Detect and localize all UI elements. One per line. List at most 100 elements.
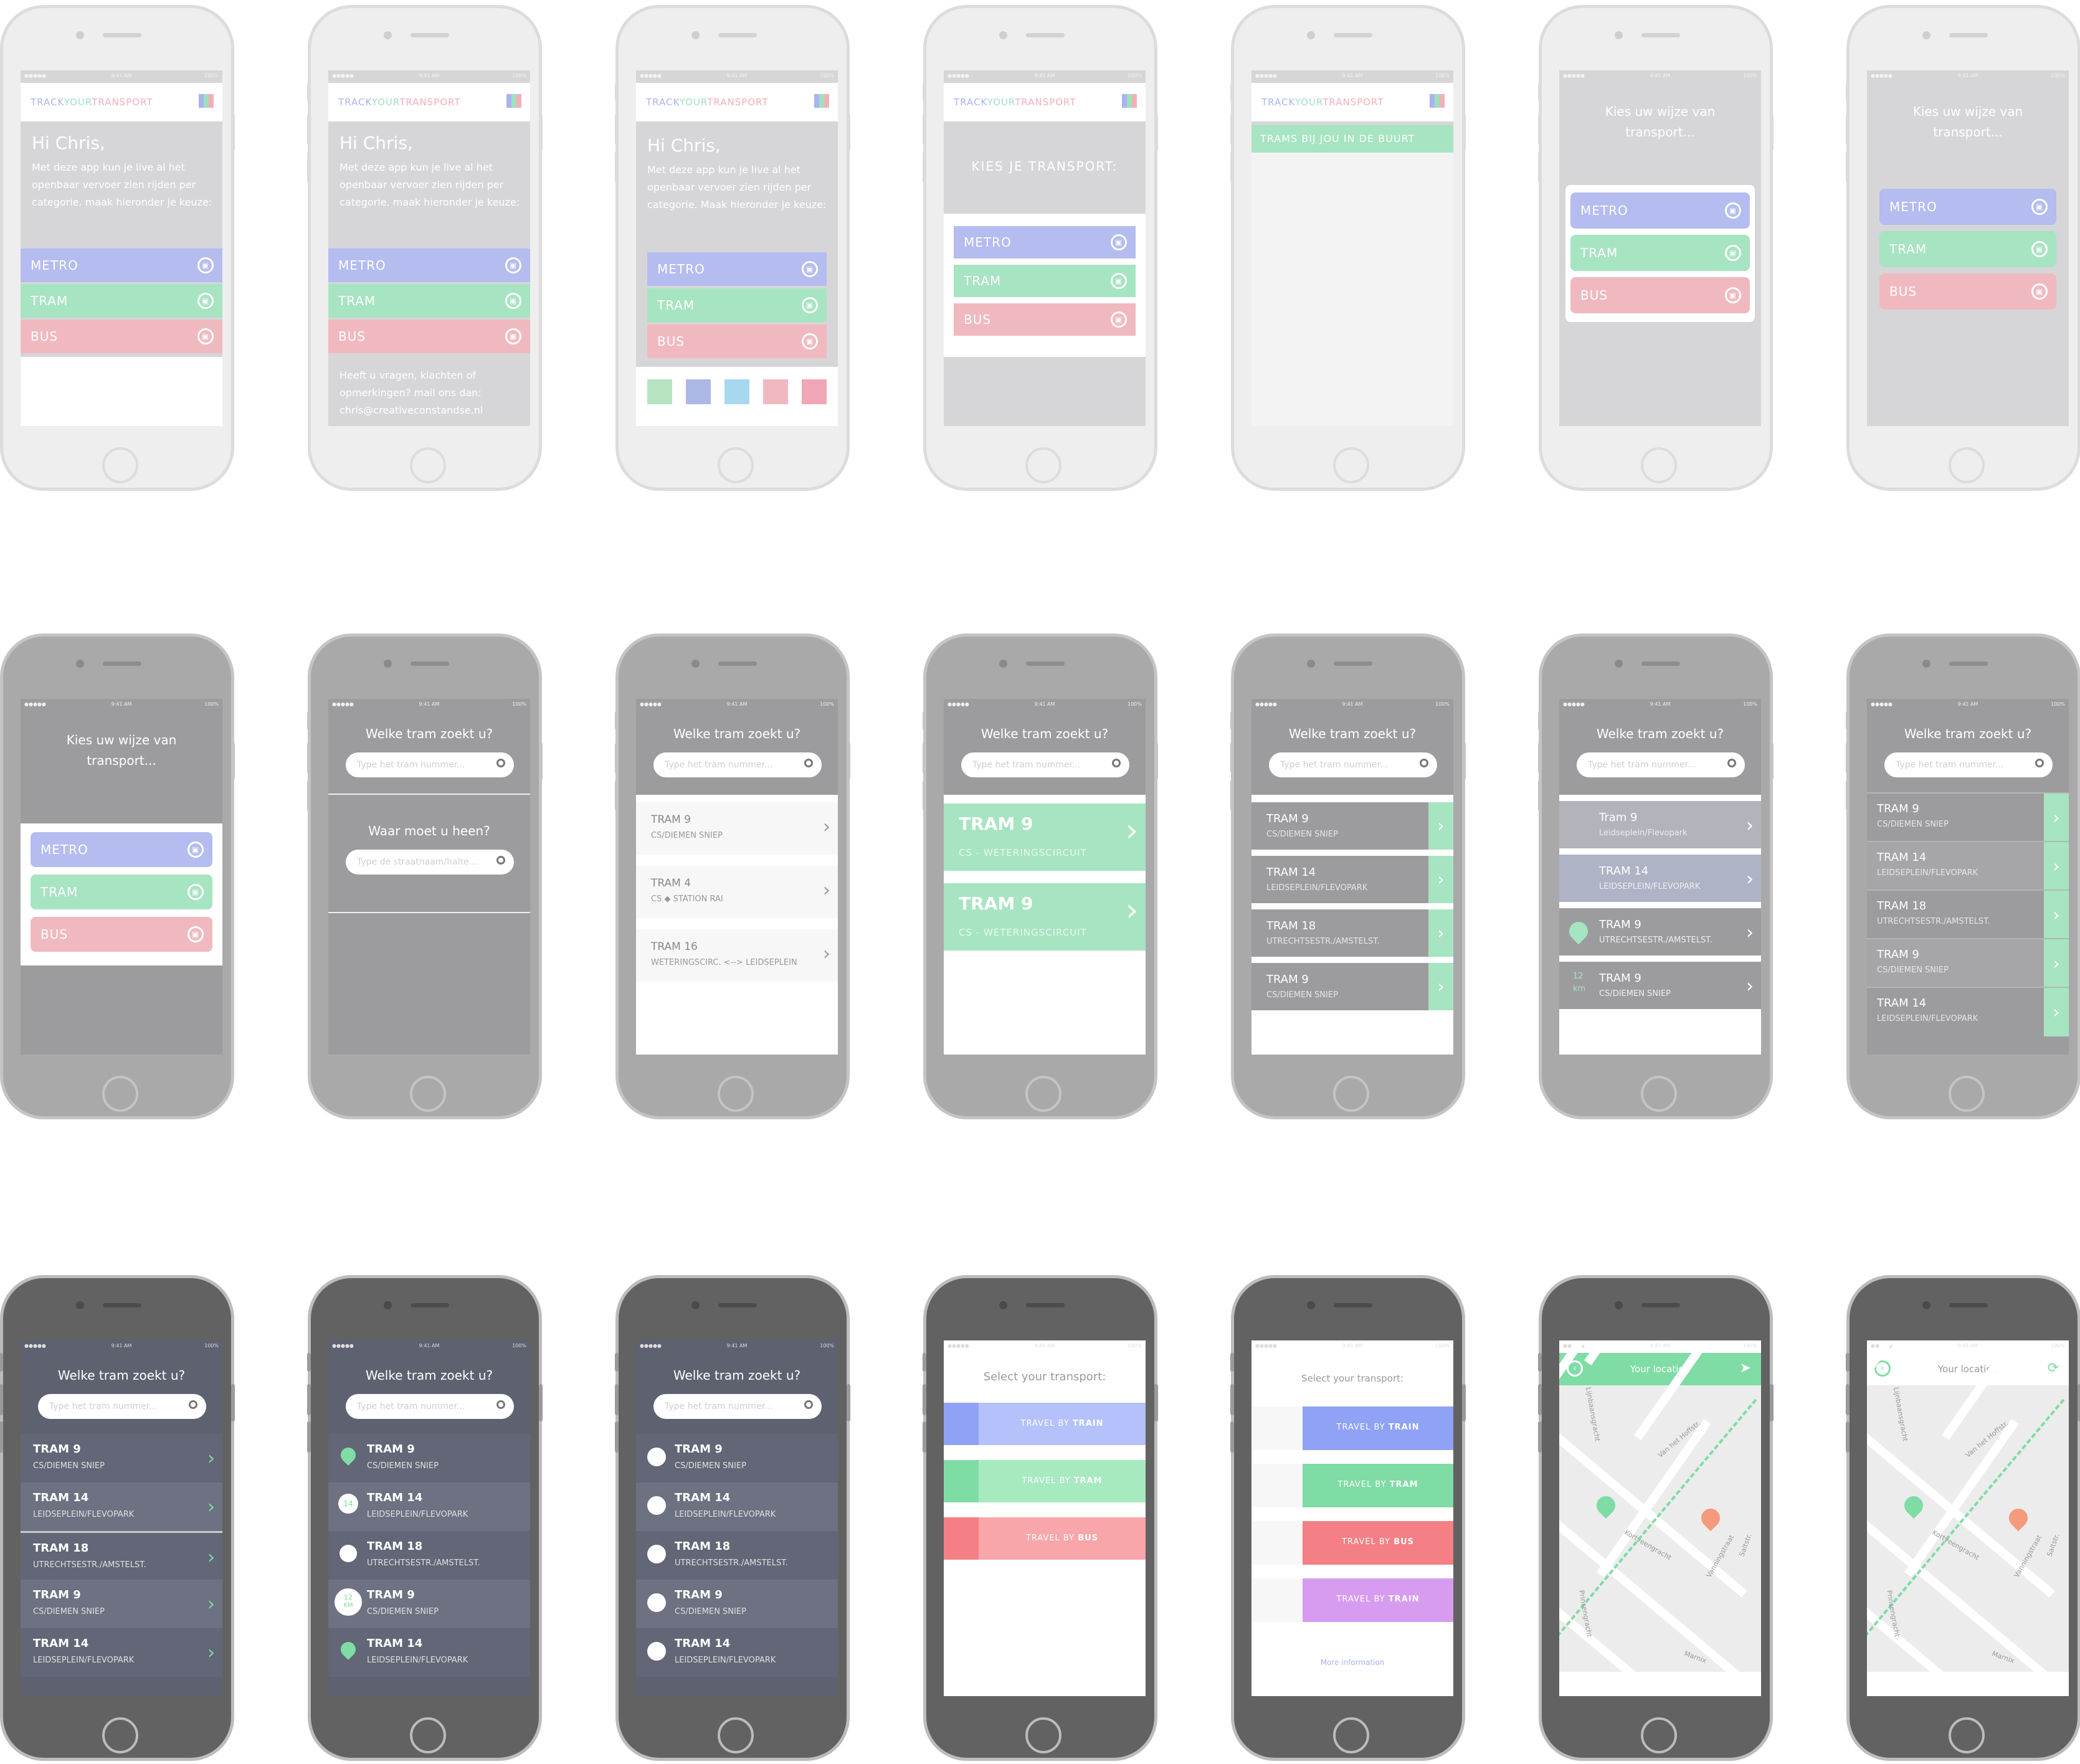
nearby-banner[interactable]: TRAMS BIJ JOU IN DE BUURT [1251,125,1453,153]
user-location-pin-icon[interactable] [2005,1504,2032,1532]
home-button[interactable] [410,447,446,483]
list-item[interactable]: TRAM 9 CS/DIEMEN SNIEP › [1867,792,2069,842]
list-item[interactable]: TRAM 14 LEIDSEPLEIN/FLEVOPARK [636,1628,838,1677]
home-button[interactable] [1333,447,1369,483]
metro-button[interactable]: METRO ▣ [1570,192,1750,229]
list-item[interactable]: TRAM 14 LEIDSEPLEIN/FLEVOPARK › [21,1628,222,1677]
list-item[interactable]: TRAM 14 LEIDSEPLEIN/FLEVOPARK [636,1482,838,1531]
search-input[interactable]: Type het tram nummer... [1269,752,1437,777]
home-button[interactable] [1333,1717,1369,1753]
list-item[interactable]: TRAM 14 LEIDSEPLEIN/FLEVOPARK › [21,1482,222,1531]
menu-flag-icon[interactable] [199,94,214,108]
map-view[interactable]: Van het Hoffstr. Kortveengracht Vanningstr… [1559,1340,1761,1696]
home-button[interactable] [718,447,754,483]
tram-button[interactable]: TRAM ▣ [647,288,827,322]
tram-button[interactable]: TRAM ▣ [1570,235,1750,271]
home-button[interactable] [718,1076,754,1112]
list-item[interactable]: TRAM 14 LEIDSEPLEIN/FLEVOPARK › [1867,841,2069,891]
home-button[interactable] [1641,1076,1677,1112]
list-item[interactable]: TRAM 18 UTRECHTSESTR./AMSTELST. [328,1531,530,1580]
home-button[interactable] [1949,447,1985,483]
list-item[interactable]: TRAM 14 LEIDSEPLEIN/FLEVOPARK › [1559,855,1761,902]
home-button[interactable] [1641,1717,1677,1753]
home-button[interactable] [1025,1076,1061,1112]
list-item[interactable]: TRAM 18 UTRECHTSESTR./AMSTELST. › [1251,909,1453,957]
list-item[interactable]: TRAM 14 LEIDSEPLEIN/FLEVOPARK [328,1628,530,1677]
search-input[interactable]: Type het tram nummer... [653,1394,822,1419]
bus-button[interactable]: BUS ▣ [21,320,222,353]
travel-option[interactable]: TRAVEL BY TRAM [1251,1464,1453,1507]
list-item[interactable]: TRAM 18 UTRECHTSESTR./AMSTELST. [636,1531,838,1580]
home-button[interactable] [718,1717,754,1753]
metro-button[interactable]: METRO ▣ [21,249,222,282]
search-input[interactable]: Type het tram nummer... [1577,752,1745,777]
menu-flag-icon[interactable] [1430,94,1445,108]
mail-icon[interactable] [647,379,672,404]
list-item[interactable]: TRAM 9 CS/DIEMEN SNIEP › [1867,938,2069,988]
home-button[interactable] [1025,1717,1061,1753]
home-button[interactable] [102,447,138,483]
bus-button[interactable]: BUS ▣ [954,303,1136,336]
tram-button[interactable]: TRAM ▣ [954,265,1136,297]
tram-stop-pin-icon[interactable] [1900,1492,1927,1519]
list-item[interactable]: TRAM 9 UTRECHTSESTR./AMSTELST. › [1559,908,1761,956]
home-button[interactable] [1641,447,1677,483]
pinterest-icon[interactable] [802,379,827,404]
home-button[interactable] [1949,1076,1985,1112]
list-item[interactable]: TRAM 18 UTRECHTSESTR./AMSTELST. › [1867,889,2069,939]
list-item[interactable]: TRAM 16 WETERINGSCIRC. <--> LEIDSEPLEIN › [636,929,838,982]
refresh-icon[interactable]: ⟳ [2045,1360,2061,1377]
tram-button[interactable]: TRAM ▣ [1879,231,2056,267]
travel-option[interactable]: TRAVEL BY BUS [944,1517,1146,1560]
list-item[interactable]: TRAM 9 CS/DIEMEN SNIEP › [21,1434,222,1482]
home-button[interactable] [1949,1717,1985,1753]
tram-button[interactable]: TRAM ▣ [21,284,222,318]
bus-button[interactable]: BUS ▣ [1570,277,1750,313]
home-button[interactable] [1025,447,1061,483]
home-button[interactable] [410,1717,446,1753]
travel-option[interactable]: TRAVEL BY BUS [1251,1521,1453,1565]
where-input[interactable]: Type de straatnaam/halte... [346,850,514,875]
tram-tile[interactable]: TRAM 9 CS - WETERINGSCIRCUIT › [944,883,1146,951]
list-item[interactable]: TRAM 4 CS ◆ STATION RAI › [636,866,838,918]
navigate-icon[interactable]: ➤ [1737,1360,1754,1377]
bus-button[interactable]: BUS ▣ [1879,273,2056,310]
googleplus-icon[interactable] [763,379,788,404]
tram-stop-pin-icon[interactable] [1592,1492,1620,1519]
bus-button[interactable]: BUS ▣ [328,320,530,353]
home-button[interactable] [102,1076,138,1112]
travel-option[interactable]: TRAVEL BY TRAIN [1251,1578,1453,1622]
search-input[interactable]: Type het tram nummer... [38,1394,206,1419]
bus-button[interactable]: BUS ▣ [647,325,827,358]
map-area[interactable] [1251,153,1453,426]
tram-button[interactable]: TRAM ▣ [328,284,530,318]
travel-option[interactable]: TRAVEL BY TRAM [944,1460,1146,1502]
map-view[interactable]: Van het Hoffstr. Kortveengracht Vanningstr… [1867,1340,2069,1696]
search-input[interactable]: Type het tram nummer... [1884,752,2053,777]
menu-flag-icon[interactable] [814,94,829,108]
search-input[interactable]: Type het tram nummer... [346,752,514,777]
twitter-icon[interactable] [724,379,749,404]
list-item[interactable]: TRAM 9 CS/DIEMEN SNIEP › [1251,802,1453,850]
menu-flag-icon[interactable] [1122,94,1137,108]
tram-button[interactable]: TRAM ▣ [31,875,212,909]
tram-tile[interactable]: TRAM 9 CS - WETERINGSCIRCUIT › [944,804,1146,871]
metro-button[interactable]: METRO ▣ [31,832,212,867]
bus-button[interactable]: BUS ▣ [31,917,212,952]
metro-button[interactable]: METRO ▣ [328,249,530,282]
list-item[interactable]: TRAM 14 LEIDSEPLEIN/FLEVOPARK › [1251,856,1453,903]
metro-button[interactable]: METRO ▣ [954,226,1136,258]
list-item[interactable]: TRAM 9 CS/DIEMEN SNIEP [636,1434,838,1482]
metro-button[interactable]: METRO ▣ [647,252,827,286]
list-item[interactable]: TRAM 9 CS/DIEMEN SNIEP › [636,802,838,855]
list-item[interactable]: TRAM 18 UTRECHTSESTR./AMSTELST. › [21,1531,222,1580]
home-button[interactable] [102,1717,138,1753]
search-input[interactable]: Type het tram nummer... [653,752,822,777]
travel-option[interactable]: TRAVEL BY TRAIN [1251,1406,1453,1450]
search-input[interactable]: Type het tram nummer... [346,1394,514,1419]
list-item[interactable]: TRAM 9 CS/DIEMEN SNIEP › [1251,963,1453,1010]
list-item[interactable]: TRAM 14 LEIDSEPLEIN/FLEVOPARK › [1867,987,2069,1036]
user-location-pin-icon[interactable] [1697,1504,1724,1532]
home-button[interactable] [1333,1076,1369,1112]
list-item[interactable]: TRAM 9 CS/DIEMEN SNIEP › [21,1580,222,1628]
